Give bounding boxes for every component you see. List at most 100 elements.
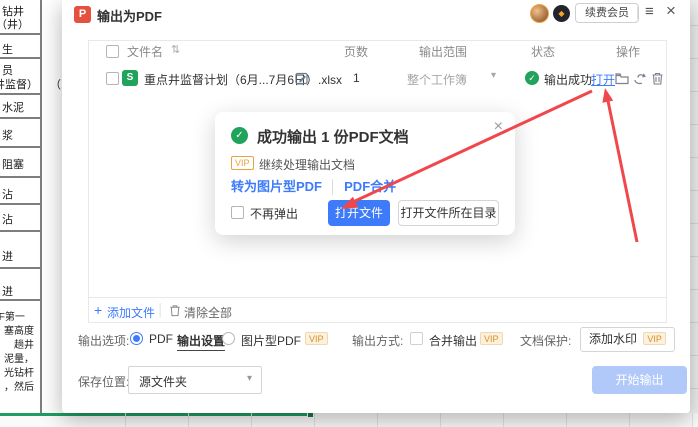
spreadsheet-row-line (690, 124, 698, 125)
spreadsheet-column-gridline (503, 413, 504, 427)
spreadsheet-column-gridline (125, 413, 126, 427)
spreadsheet-cell-text: 2HF第一 (0, 308, 25, 323)
renew-membership-button[interactable]: 续费会员 (575, 3, 639, 23)
save-location-value: 源文件夹 (139, 373, 187, 390)
open-link[interactable]: 打开 (591, 71, 615, 88)
start-output-button[interactable]: 开始输出 (592, 366, 687, 394)
save-location-select[interactable]: 源文件夹 ▾ (128, 366, 262, 394)
success-modal: ✓ 成功输出 1 份PDF文档 × VIP 继续处理输出文档 转为图片型PDF│… (215, 112, 515, 235)
chevron-down-icon[interactable]: ▾ (491, 70, 496, 81)
spreadsheet-row-line (690, 91, 698, 92)
open-folder-icon[interactable] (615, 72, 629, 85)
spreadsheet-row-border (0, 176, 42, 178)
doc-protect-label: 文档保护: (520, 332, 571, 349)
clear-all-button[interactable]: 清除全部 (184, 304, 232, 321)
spreadsheet-selection-border (0, 413, 312, 416)
spreadsheet-column-line (40, 0, 42, 413)
modal-vip-text: 继续处理输出文档 (259, 156, 355, 173)
spreadsheet-row-border (0, 299, 42, 301)
membership-coin-icon[interactable]: ◆ (553, 5, 570, 22)
row-checkbox[interactable] (106, 72, 119, 85)
excel-file-icon: S (122, 70, 138, 86)
column-header-filename[interactable]: 文件名 (127, 43, 163, 60)
spreadsheet-row-border (0, 267, 42, 269)
spreadsheet-row-line (690, 388, 698, 389)
background-spreadsheet-left: 钻井（井）生员井监督）（水泥浆阻塞沾沾进进2HF第一塞高度趟井泥量，光钻杆，然后 (0, 0, 62, 413)
spreadsheet-row-border (0, 33, 42, 35)
pdf-merge-link[interactable]: PDF合并 (344, 179, 396, 194)
spreadsheet-cell-text: 趟井 (14, 336, 34, 351)
spreadsheet-cell-text: 光钻杆 (4, 364, 34, 379)
watermark-vip-badge: VIP (643, 332, 666, 345)
merge-output-label[interactable]: 合并输出 (429, 332, 477, 349)
add-watermark-label: 添加水印 (589, 332, 637, 346)
spreadsheet-row-border (0, 117, 42, 119)
spreadsheet-row-line (690, 25, 698, 26)
spreadsheet-cell-text: ，然后 (4, 378, 34, 393)
pdf-radio[interactable] (130, 332, 143, 345)
clear-trash-icon (169, 304, 181, 317)
spreadsheet-cell-text: 进 (2, 248, 13, 264)
open-directory-button[interactable]: 打开文件所在目录 (398, 200, 499, 226)
column-header-pages: 页数 (344, 43, 368, 60)
spreadsheet-row-line (690, 322, 698, 323)
footer-divider: │ (157, 303, 165, 317)
delete-icon[interactable] (651, 72, 664, 85)
rename-icon[interactable] (295, 71, 309, 85)
image-pdf-radio[interactable] (222, 332, 235, 345)
save-location-label: 保存位置: (78, 373, 129, 390)
close-icon[interactable]: × (666, 1, 676, 21)
spreadsheet-cell-text: 沾 (2, 211, 13, 227)
add-file-button[interactable]: 添加文件 (107, 304, 155, 321)
modal-close-icon[interactable]: × (494, 118, 503, 136)
spreadsheet-row-line (690, 256, 698, 257)
links-divider: │ (322, 179, 344, 194)
spreadsheet-cell-text: 进 (2, 283, 13, 299)
spreadsheet-cell-text: 阻塞 (2, 156, 24, 172)
spreadsheet-cell-text: 浆 (2, 127, 13, 143)
spreadsheet-column-gridline (377, 413, 378, 427)
user-avatar[interactable] (530, 4, 549, 23)
output-mode-label: 输出方式: (352, 332, 403, 349)
column-header-status: 状态 (531, 43, 555, 60)
spreadsheet-cell-text: 生 (2, 41, 13, 57)
spreadsheet-column-gridline (188, 413, 189, 427)
list-footer-row: + 添加文件 │ 清除全部 (89, 297, 666, 323)
spreadsheet-row-border (0, 203, 42, 205)
spreadsheet-cell-text: 沾 (2, 186, 13, 202)
spreadsheet-cell-text: 水泥 (2, 99, 24, 115)
add-watermark-button[interactable]: 添加水印 VIP (580, 327, 675, 352)
output-settings-link[interactable]: 输出设置 (177, 332, 225, 351)
page-count: 1 (353, 71, 360, 85)
spreadsheet-cell-text: 井监督） (0, 76, 38, 92)
menu-icon[interactable]: ≡ (645, 3, 654, 20)
success-check-icon: ✓ (525, 71, 539, 85)
spreadsheet-row-border (0, 57, 42, 59)
spreadsheet-column-gridline (251, 413, 252, 427)
sort-icon[interactable]: ⇅ (171, 43, 180, 56)
open-file-button[interactable]: 打开文件 (328, 200, 390, 226)
modal-title: 成功输出 1 份PDF文档 (257, 126, 409, 147)
no-popup-checkbox[interactable] (231, 206, 244, 219)
spreadsheet-row-border (0, 230, 42, 232)
share-icon[interactable] (633, 72, 647, 85)
spreadsheet-row-border (0, 93, 42, 95)
spreadsheet-column-gridline (314, 413, 315, 427)
image-pdf-label[interactable]: 图片型PDF (241, 332, 301, 349)
image-pdf-vip-badge: VIP (305, 332, 328, 345)
no-popup-label: 不再弹出 (250, 205, 298, 222)
select-all-checkbox[interactable] (106, 45, 119, 58)
window-title: 输出为PDF (97, 6, 162, 25)
pdf-radio-label[interactable]: PDF (149, 332, 173, 346)
spreadsheet-cell-text: 泥量， (4, 350, 34, 365)
spreadsheet-column-gridline (629, 413, 630, 427)
spreadsheet-row-line (690, 190, 698, 191)
titlebar-divider (637, 7, 638, 19)
convert-image-pdf-link[interactable]: 转为图片型PDF (231, 179, 322, 194)
spreadsheet-cell-text: （井） (0, 16, 29, 32)
merge-output-checkbox[interactable] (410, 332, 423, 345)
range-dropdown[interactable]: 整个工作簿 (407, 71, 467, 88)
spreadsheet-column-gridline (566, 413, 567, 427)
spreadsheet-column-gridline (692, 413, 693, 427)
background-spreadsheet-right (690, 0, 698, 427)
